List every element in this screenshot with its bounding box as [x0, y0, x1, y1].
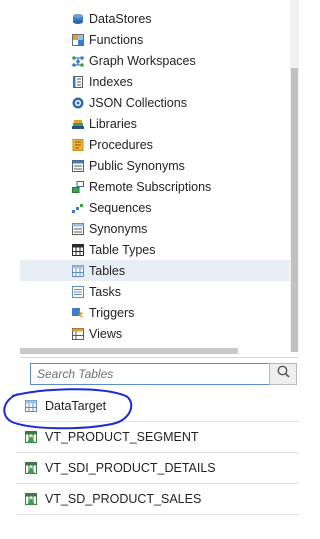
- tasks-icon: [72, 285, 84, 298]
- tree-item-graph-workspaces[interactable]: Graph Workspaces: [20, 50, 290, 71]
- procedures-icon: [72, 138, 84, 151]
- tree-item-tables[interactable]: Tables: [20, 260, 290, 281]
- tree-item-label: Synonyms: [89, 221, 148, 236]
- tree-item-tasks[interactable]: Tasks: [20, 281, 290, 302]
- synonyms-icon: [72, 222, 84, 235]
- tree-item-table-types[interactable]: Table Types: [20, 239, 290, 260]
- views-icon: [72, 327, 84, 340]
- result-item-label: VT_PRODUCT_SEGMENT: [45, 429, 199, 444]
- tree-item-triggers[interactable]: Triggers: [20, 302, 290, 323]
- virtual-table-icon: [24, 430, 38, 444]
- tree-item-label: Table Types: [89, 242, 156, 257]
- tree-item-procedures[interactable]: Procedures: [20, 134, 290, 155]
- indexes-icon: [72, 75, 84, 88]
- public-synonyms-icon: [72, 159, 84, 172]
- libraries-icon: [72, 118, 84, 130]
- tree-horizontal-scrollbar[interactable]: [20, 348, 238, 354]
- tree-item-label: Libraries: [89, 116, 137, 131]
- datastores-icon: [72, 13, 84, 25]
- pane-divider: [20, 357, 299, 358]
- tree-item-synonyms[interactable]: Synonyms: [20, 218, 290, 239]
- triggers-icon: [72, 307, 84, 319]
- remote-subscriptions-icon: [72, 180, 84, 193]
- tree-vertical-scrollbar[interactable]: [290, 0, 299, 352]
- tree-item-label: JSON Collections: [89, 95, 187, 110]
- tree-item-json-collections[interactable]: JSON Collections: [20, 92, 290, 113]
- virtual-table-icon: [24, 492, 38, 506]
- tree-item-label: Public Synonyms: [89, 158, 185, 173]
- result-item-vt-sd-product-sales[interactable]: VT_SD_PRODUCT_SALES: [16, 483, 299, 515]
- tree-vertical-scrollbar-thumb[interactable]: [291, 68, 298, 352]
- tree-item-label: DataStores: [89, 11, 152, 26]
- tree-item-sequences[interactable]: Sequences: [20, 197, 290, 218]
- table-types-icon: [72, 243, 84, 256]
- tree-item-datastores[interactable]: DataStores: [20, 8, 290, 29]
- tree-item-label: Graph Workspaces: [89, 53, 196, 68]
- tree-item-functions[interactable]: Functions: [20, 29, 290, 50]
- tree-item-remote-subscriptions[interactable]: Remote Subscriptions: [20, 176, 290, 197]
- tree-item-label: Tables: [89, 263, 126, 278]
- graph-workspaces-icon: [72, 55, 84, 67]
- result-item-vt-product-segment[interactable]: VT_PRODUCT_SEGMENT: [16, 421, 299, 453]
- tables-icon: [72, 264, 84, 277]
- tree-item-label: Sequences: [89, 200, 152, 215]
- tree-item-views[interactable]: Views: [20, 323, 290, 344]
- tree-item-label: Procedures: [89, 137, 153, 152]
- search-icon: [277, 365, 290, 383]
- sequences-icon: [72, 202, 84, 214]
- tree-item-label: Views: [89, 326, 123, 341]
- tree-item-public-synonyms[interactable]: Public Synonyms: [20, 155, 290, 176]
- tree-item-libraries[interactable]: Libraries: [20, 113, 290, 134]
- result-item-vt-sdi-product-details[interactable]: VT_SDI_PRODUCT_DETAILS: [16, 452, 299, 484]
- json-collections-icon: [72, 97, 84, 109]
- result-item-label: VT_SDI_PRODUCT_DETAILS: [45, 460, 216, 475]
- catalog-tree: DataStores Functions Graph Workspaces In…: [0, 0, 290, 352]
- search-input[interactable]: [30, 363, 275, 385]
- result-item-label: VT_SD_PRODUCT_SALES: [45, 491, 202, 506]
- virtual-table-icon: [24, 461, 38, 475]
- tree-item-label: Indexes: [89, 74, 133, 89]
- tree-item-label: Remote Subscriptions: [89, 179, 212, 194]
- tree-item-label: Tasks: [89, 284, 121, 299]
- table-icon: [24, 399, 38, 413]
- tree-item-label: Functions: [89, 32, 144, 47]
- result-item-label: DataTarget: [45, 398, 107, 413]
- result-item-datatarget[interactable]: DataTarget: [16, 390, 299, 422]
- tree-item-label: Triggers: [89, 305, 135, 320]
- tree-item-indexes[interactable]: Indexes: [20, 71, 290, 92]
- search-button[interactable]: [269, 363, 297, 385]
- functions-icon: [72, 33, 84, 46]
- search-bar: [30, 363, 298, 385]
